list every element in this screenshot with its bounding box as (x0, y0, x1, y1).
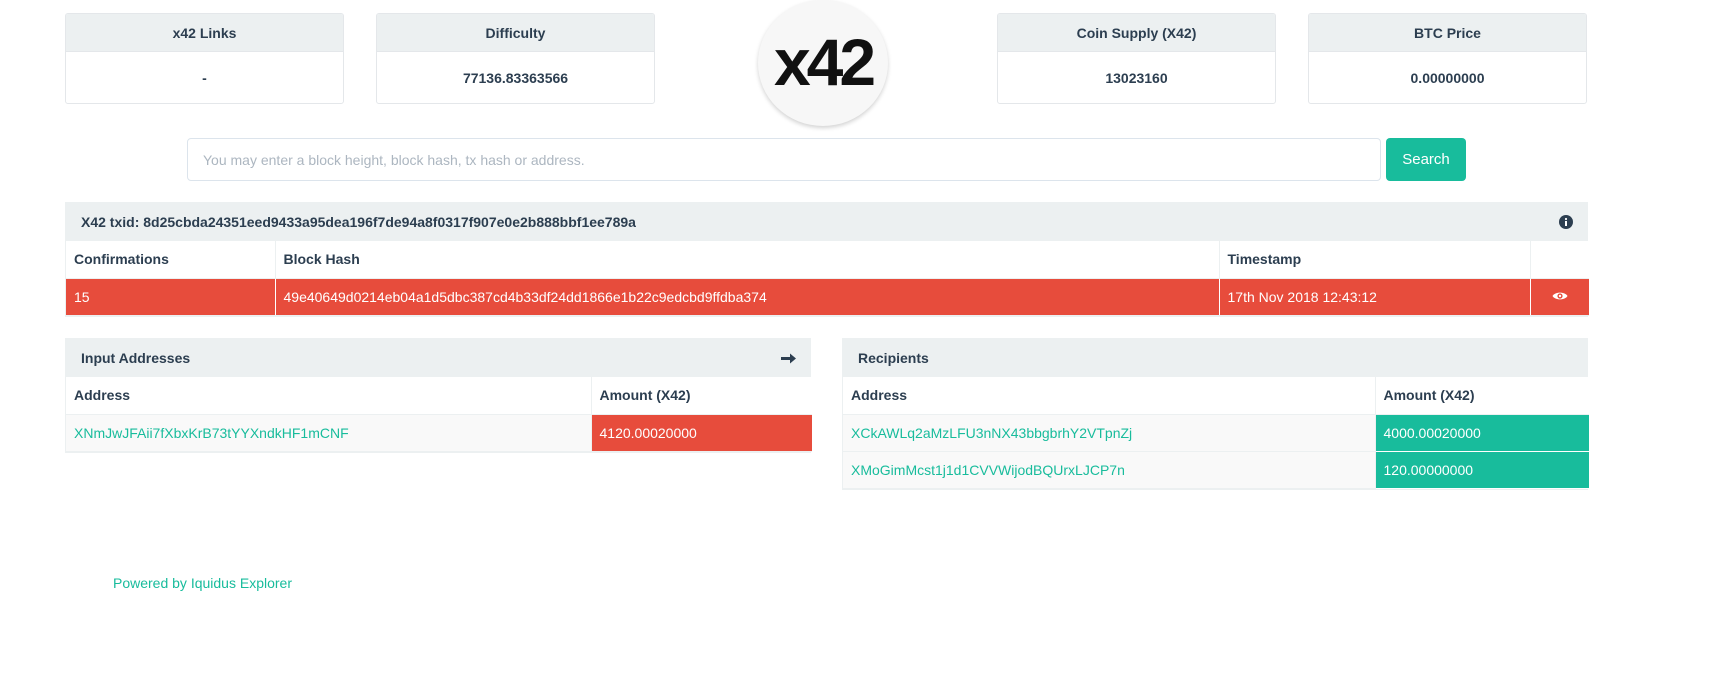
col-block-hash: Block Hash (275, 241, 1220, 279)
confirmations-cell: 15 (66, 278, 276, 316)
logo-text: x42 (774, 31, 874, 95)
address-cell: XCkAWLq2aMzLFU3nNX43bbgbrhY2VTpnZj (843, 414, 1376, 452)
input-addresses-header: Input Addresses (66, 339, 810, 377)
stat-box-btc-price: BTC Price 0.00000000 (1308, 13, 1587, 104)
col-amount: Amount (X42) (591, 377, 812, 415)
table-row: 15 49e40649d0214eb04a1d5dbc387cd4b33df24… (66, 278, 1589, 316)
amount-cell: 4120.00020000 (591, 414, 812, 452)
amount-cell: 120.00000000 (1375, 451, 1589, 489)
tx-table-header: Confirmations Block Hash Timestamp (66, 241, 1589, 279)
recipients-panel: Recipients Address Amount (X42) XCkAWLq2… (842, 338, 1589, 490)
col-amount: Amount (X42) (1375, 377, 1589, 415)
tx-table: Confirmations Block Hash Timestamp 15 49… (66, 241, 1589, 316)
search-button[interactable]: Search (1386, 138, 1466, 181)
amount-cell: 4000.00020000 (1375, 414, 1589, 452)
table-row: XMoGimMcst1j1d1CVVWijodBQUrxLJCP7n 120.0… (843, 451, 1589, 489)
stat-label: Difficulty (377, 14, 654, 52)
table-header: Address Amount (X42) (843, 377, 1589, 415)
stat-label: BTC Price (1309, 14, 1586, 52)
recipients-header: Recipients (843, 339, 1587, 377)
panel-title: Recipients (858, 350, 929, 366)
block-hash-cell[interactable]: 49e40649d0214eb04a1d5dbc387cd4b33df24dd1… (275, 278, 1220, 316)
eye-icon[interactable] (1552, 289, 1568, 305)
stat-value: - (202, 70, 207, 86)
input-addresses-table: Address Amount (X42) XNmJwJFAii7fXbxKrB7… (66, 377, 812, 452)
arrow-right-icon (781, 339, 796, 377)
recipients-table: Address Amount (X42) XCkAWLq2aMzLFU3nNX4… (843, 377, 1589, 489)
col-address: Address (66, 377, 592, 415)
panel-title: Input Addresses (81, 350, 191, 366)
table-header: Address Amount (X42) (66, 377, 812, 415)
col-timestamp: Timestamp (1219, 241, 1531, 279)
stat-box-coin-supply: Coin Supply (X42) 13023160 (997, 13, 1276, 104)
stat-box-difficulty: Difficulty 77136.83363566 (376, 13, 655, 104)
col-address: Address (843, 377, 1376, 415)
footer-powered-by-link[interactable]: Powered by Iquidus Explorer (113, 575, 292, 591)
address-link[interactable]: XNmJwJFAii7fXbxKrB73tYYXndkHF1mCNF (74, 425, 349, 441)
col-confirmations: Confirmations (66, 241, 276, 279)
address-link[interactable]: XMoGimMcst1j1d1CVVWijodBQUrxLJCP7n (851, 462, 1125, 478)
table-row: XCkAWLq2aMzLFU3nNX43bbgbrhY2VTpnZj 4000.… (843, 414, 1589, 452)
address-cell: XNmJwJFAii7fXbxKrB73tYYXndkHF1mCNF (66, 414, 592, 452)
stat-box-links: x42 Links - (65, 13, 344, 104)
search-input[interactable] (187, 138, 1381, 181)
col-actions (1530, 241, 1589, 279)
input-addresses-panel: Input Addresses Address Amount (X42) XNm… (65, 338, 812, 453)
address-link[interactable]: XCkAWLq2aMzLFU3nNX43bbgbrhY2VTpnZj (851, 425, 1132, 441)
tx-panel-header: X42 txid: 8d25cbda24351eed9433a95dea196f… (66, 203, 1587, 241)
table-row: XNmJwJFAii7fXbxKrB73tYYXndkHF1mCNF 4120.… (66, 414, 812, 452)
txid-title: X42 txid: 8d25cbda24351eed9433a95dea196f… (81, 214, 636, 230)
x42-logo[interactable]: x42 (758, 0, 888, 126)
x42-logo-mark: x42 (774, 31, 877, 95)
stat-label: Coin Supply (X42) (998, 14, 1275, 52)
timestamp-cell: 17th Nov 2018 12:43:12 (1219, 278, 1531, 316)
stat-value: 77136.83363566 (462, 70, 569, 86)
address-cell: XMoGimMcst1j1d1CVVWijodBQUrxLJCP7n (843, 451, 1376, 489)
info-circle-icon[interactable] (1559, 203, 1573, 241)
stat-label: x42 Links (66, 14, 343, 52)
stat-value: 13023160 (1105, 70, 1168, 86)
stat-value: 0.00000000 (1410, 70, 1485, 86)
view-block-cell[interactable] (1530, 278, 1589, 316)
tx-panel: X42 txid: 8d25cbda24351eed9433a95dea196f… (65, 202, 1589, 317)
